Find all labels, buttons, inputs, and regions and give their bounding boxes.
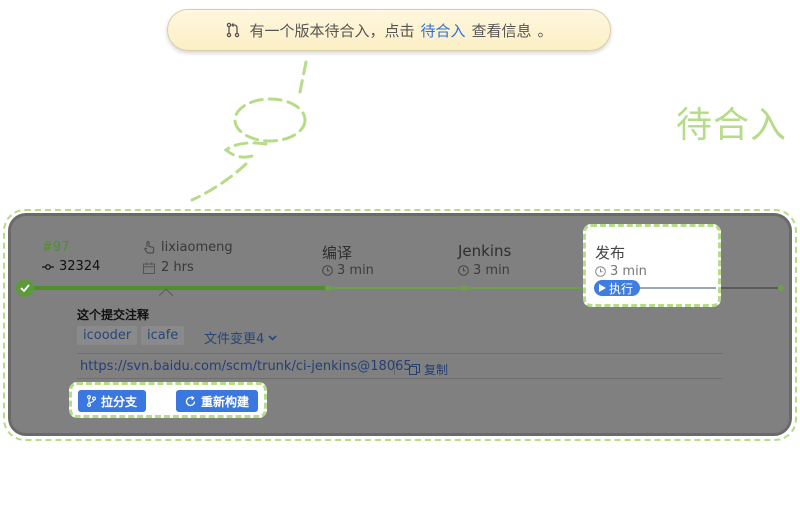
success-check-icon	[16, 279, 34, 297]
repository-url[interactable]: https://svn.baidu.com/scm/trunk/ci-jenki…	[80, 359, 412, 374]
stage-compile-time: 3 min	[322, 263, 374, 278]
hand-pointer-icon	[144, 241, 155, 254]
stage-deploy-name: 发布	[595, 244, 626, 262]
git-merge-icon	[227, 22, 240, 38]
commit-number: 32324	[59, 259, 101, 274]
notification-suffix: 查看信息	[471, 21, 532, 40]
file-change-label: 文件变更4	[204, 332, 265, 347]
create-branch-button[interactable]: 拉分支	[78, 390, 147, 412]
file-change-dropdown[interactable]: 文件变更4	[204, 328, 277, 347]
notification-text: 有一个版本待合入，点击	[249, 21, 415, 40]
merge-notification: 有一个版本待合入，点击 待合入 查看信息 。	[167, 9, 611, 51]
pipeline-end-node	[778, 285, 784, 291]
refresh-icon	[185, 395, 196, 406]
stage-compile-name[interactable]: 编译	[322, 242, 352, 263]
caret-up-icon	[159, 288, 173, 296]
run-button[interactable]: 执行	[594, 280, 641, 296]
trigger-author: lixiaomeng	[143, 240, 233, 255]
tag-icafe[interactable]: icafe	[141, 326, 185, 345]
copy-icon	[409, 364, 420, 375]
divider	[77, 378, 723, 379]
calendar-icon	[143, 262, 155, 274]
duration-value: 2 hrs	[161, 260, 194, 275]
url-divider	[394, 360, 395, 375]
stage-jenkins-name[interactable]: Jenkins	[458, 242, 511, 260]
branch-icon	[87, 395, 96, 407]
clock-icon	[458, 265, 469, 276]
pipeline-progress-fill	[23, 286, 328, 290]
commit-id: 32324	[42, 259, 100, 274]
build-id[interactable]: #97	[42, 240, 69, 255]
commit-icon	[42, 263, 54, 270]
clock-icon	[322, 265, 333, 276]
build-duration: 2 hrs	[143, 260, 194, 275]
chevron-down-icon	[268, 334, 277, 341]
stage-deploy-time: 3 min	[595, 264, 647, 279]
stage-jenkins-time: 3 min	[458, 263, 510, 278]
pending-merge-link[interactable]: 待合入	[420, 20, 465, 41]
stage-deploy[interactable]: 发布 3 min 执行	[583, 224, 721, 307]
play-icon	[599, 284, 606, 292]
copy-button[interactable]: 复制	[409, 361, 448, 378]
rebuild-button[interactable]: 重新构建	[176, 390, 259, 412]
pending-merge-annotation: 待合入	[676, 105, 788, 146]
stage-node-compile	[325, 285, 331, 291]
stage-node-jenkins	[461, 285, 467, 291]
action-button-group: 拉分支 重新构建	[69, 382, 267, 418]
pipeline-card: #97 32324 lixiaomeng 2 hrs 编译 3 min Jenk…	[8, 213, 792, 436]
divider	[77, 353, 723, 354]
author-name: lixiaomeng	[161, 240, 233, 255]
notification-end: 。	[537, 21, 553, 40]
tag-icooder[interactable]: icooder	[77, 326, 138, 345]
commit-message-title: 这个提交注释	[77, 308, 150, 322]
clock-icon	[595, 266, 606, 277]
